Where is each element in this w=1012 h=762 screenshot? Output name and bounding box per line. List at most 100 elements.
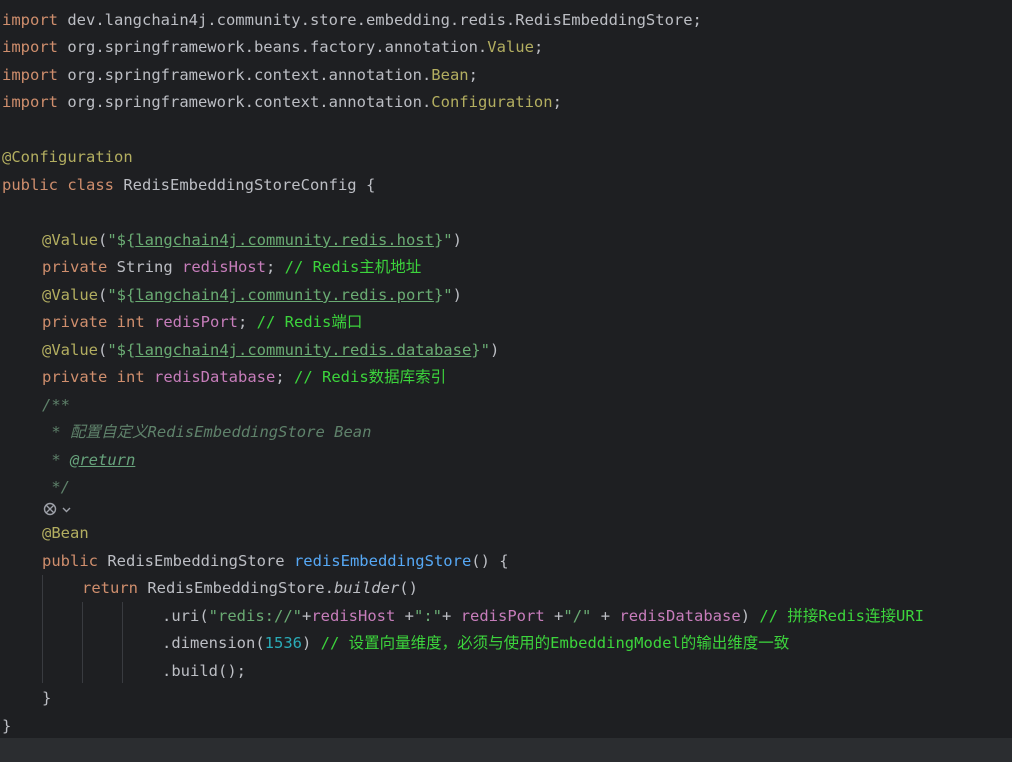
method-call: .uri( [162, 607, 209, 625]
property-reference[interactable]: langchain4j.community.redis.database [135, 341, 471, 359]
closing-brace: } [2, 717, 12, 735]
operator: + [302, 607, 312, 625]
indent-guide [42, 575, 43, 683]
method-call: .dimension( [162, 634, 265, 652]
keyword: class [58, 176, 114, 194]
code-line-25[interactable]: } [42, 685, 51, 712]
class-reference: RedisEmbeddingStore. [138, 579, 334, 597]
string: "${ [107, 341, 136, 359]
string: "redis://" [208, 607, 302, 625]
javadoc-tag: @return [70, 451, 136, 469]
type: int [107, 368, 154, 386]
annotation-class: Configuration [431, 93, 553, 111]
javadoc: /** [42, 396, 70, 414]
operator: + [544, 607, 564, 625]
indent-guide [82, 602, 83, 683]
annotation: @Value [42, 231, 98, 249]
code-line-21[interactable]: return RedisEmbeddingStore.builder() [82, 575, 418, 602]
code-line-9[interactable]: @Value("${langchain4j.community.redis.ho… [42, 227, 462, 254]
property-reference[interactable]: langchain4j.community.redis.port [135, 286, 434, 304]
punctuation: ) [740, 607, 760, 625]
javadoc: * 配置自定义RedisEmbeddingStore Bean [42, 423, 372, 441]
string: "${ [107, 286, 136, 304]
code-line-17[interactable]: * @return [42, 447, 135, 474]
string: }" [471, 341, 490, 359]
closing-brace: } [42, 689, 52, 707]
type: String [107, 258, 182, 276]
string: ":" [414, 607, 443, 625]
punctuation: ) [301, 634, 321, 652]
import-path: dev.langchain4j.community.store.embeddin… [58, 11, 702, 29]
field-name: redisPort [154, 313, 238, 331]
code-line-4[interactable]: import org.springframework.context.annot… [2, 89, 562, 116]
code-line-13[interactable]: @Value("${langchain4j.community.redis.da… [42, 337, 499, 364]
punctuation: ) [452, 231, 462, 249]
annotation-class: Value [487, 38, 534, 56]
punctuation: () { [471, 552, 509, 570]
code-line-22[interactable]: .uri("redis://"+redisHost +":"+ redisPor… [162, 603, 924, 630]
comment: // Redis数据库索引 [294, 368, 447, 386]
method-call: .build(); [162, 662, 246, 680]
javadoc: */ [42, 478, 70, 496]
bean-gutter-icon[interactable] [42, 499, 76, 519]
code-line-26[interactable]: } [2, 713, 11, 740]
field-name: redisDatabase [619, 607, 741, 625]
static-method: builder [333, 579, 400, 597]
editor-bottom-bar [0, 738, 1012, 762]
code-line-24[interactable]: .build(); [162, 658, 246, 685]
code-line-14[interactable]: private int redisDatabase; // Redis数据库索引 [42, 364, 446, 391]
punctuation: ; [533, 38, 544, 56]
code-line-20[interactable]: public RedisEmbeddingStore redisEmbeddin… [42, 548, 509, 575]
import-path: org.springframework.context.annotation. [58, 93, 432, 111]
import-path: org.springframework.beans.factory.annota… [58, 38, 488, 56]
code-line-6[interactable]: @Configuration [2, 144, 133, 171]
code-line-18[interactable]: */ [42, 474, 70, 501]
code-line-12[interactable]: private int redisPort; // Redis端口 [42, 309, 362, 336]
string: }" [433, 231, 453, 249]
annotation-class: Bean [431, 66, 469, 84]
code-line-15[interactable]: /** [42, 392, 70, 419]
comment: // Redis主机地址 [284, 258, 422, 276]
code-line-7[interactable]: public class RedisEmbeddingStoreConfig { [2, 172, 375, 199]
property-reference[interactable]: langchain4j.community.redis.host [135, 231, 434, 249]
string: "${ [107, 231, 136, 249]
field-name: redisDatabase [154, 368, 276, 386]
keyword: import [2, 93, 58, 111]
code-line-1[interactable]: import dev.langchain4j.community.store.e… [2, 7, 702, 34]
string: "/" [563, 607, 592, 625]
code-line-3[interactable]: import org.springframework.context.annot… [2, 62, 478, 89]
return-type: RedisEmbeddingStore [98, 552, 294, 570]
keyword: private [42, 368, 108, 386]
punctuation: () [399, 579, 418, 597]
punctuation: ( [98, 341, 108, 359]
code-line-23[interactable]: .dimension(1536) // 设置向量维度，必须与使用的Embeddi… [162, 630, 789, 657]
import-path: org.springframework.context.annotation. [58, 66, 432, 84]
javadoc: * [42, 451, 70, 469]
keyword: import [2, 38, 58, 56]
keyword: private [42, 258, 108, 276]
field-name: redisHost [181, 258, 266, 276]
type: int [107, 313, 154, 331]
punctuation: ; [265, 258, 285, 276]
keyword: private [42, 313, 108, 331]
punctuation: ) [452, 286, 462, 304]
code-line-11[interactable]: @Value("${langchain4j.community.redis.po… [42, 282, 462, 309]
annotation: @Value [42, 286, 98, 304]
annotation: @Configuration [2, 148, 133, 166]
keyword: public [2, 176, 58, 194]
indent-guide [122, 602, 123, 683]
code-editor[interactable]: import dev.langchain4j.community.store.e… [0, 0, 1012, 738]
code-line-2[interactable]: import org.springframework.beans.factory… [2, 34, 543, 61]
comment: // Redis端口 [256, 313, 363, 331]
method-name[interactable]: redisEmbeddingStore [294, 552, 471, 570]
punctuation: ) [489, 341, 500, 359]
punctuation: ; [468, 66, 478, 84]
comment: // 设置向量维度，必须与使用的EmbeddingModel的输出维度一致 [320, 634, 790, 652]
code-line-16[interactable]: * 配置自定义RedisEmbeddingStore Bean [42, 419, 371, 446]
code-line-19[interactable]: @Bean [42, 520, 89, 547]
punctuation: ( [98, 286, 108, 304]
code-line-10[interactable]: private String redisHost; // Redis主机地址 [42, 254, 421, 281]
keyword: import [2, 66, 58, 84]
punctuation: ; [275, 368, 294, 386]
keyword: import [2, 11, 58, 29]
